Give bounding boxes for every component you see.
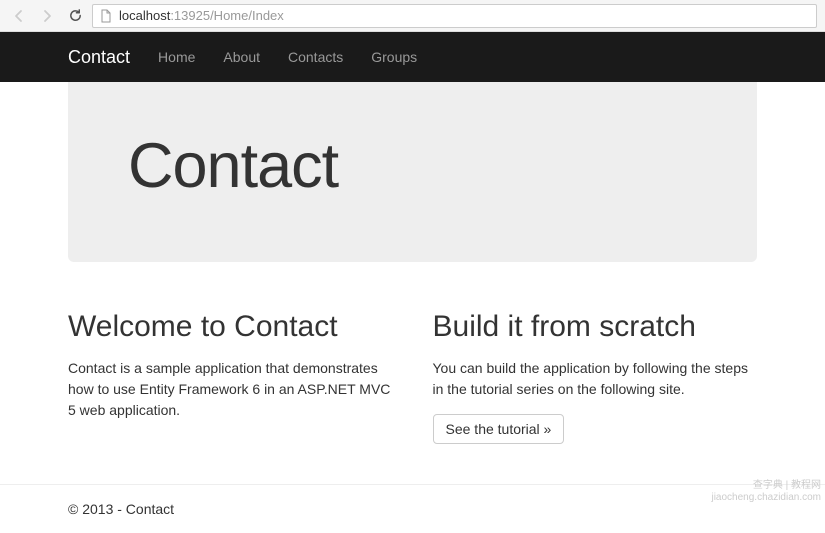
- nav-link-contacts[interactable]: Contacts: [288, 49, 343, 65]
- build-heading: Build it from scratch: [433, 310, 758, 344]
- column-left: Welcome to Contact Contact is a sample a…: [68, 310, 393, 444]
- watermark-line2: jiaocheng.chazidian.com: [711, 492, 821, 504]
- watermark: 查字典 | 教程网 jiaocheng.chazidian.com: [711, 480, 821, 504]
- url-path: :13925/Home/Index: [170, 8, 283, 23]
- welcome-body: Contact is a sample application that dem…: [68, 358, 393, 421]
- forward-button[interactable]: [36, 5, 58, 27]
- nav-link-groups[interactable]: Groups: [371, 49, 417, 65]
- reload-button[interactable]: [64, 5, 86, 27]
- watermark-line1: 查字典 | 教程网: [711, 480, 821, 492]
- welcome-heading: Welcome to Contact: [68, 310, 393, 344]
- build-body: You can build the application by followi…: [433, 358, 758, 400]
- main-container: Contact Welcome to Contact Contact is a …: [0, 82, 825, 444]
- see-tutorial-button[interactable]: See the tutorial »: [433, 414, 565, 444]
- jumbotron-title: Contact: [128, 130, 697, 202]
- navbar: Contact Home About Contacts Groups: [0, 32, 825, 82]
- footer: © 2013 - Contact: [0, 485, 825, 533]
- nav-link-home[interactable]: Home: [158, 49, 195, 65]
- address-bar[interactable]: localhost:13925/Home/Index: [92, 4, 817, 28]
- navbar-brand[interactable]: Contact: [68, 47, 130, 68]
- browser-toolbar: localhost:13925/Home/Index: [0, 0, 825, 32]
- url-text: localhost:13925/Home/Index: [119, 8, 284, 23]
- jumbotron: Contact: [68, 82, 757, 262]
- column-right: Build it from scratch You can build the …: [433, 310, 758, 444]
- back-button[interactable]: [8, 5, 30, 27]
- content-row: Welcome to Contact Contact is a sample a…: [68, 310, 757, 444]
- nav-link-about[interactable]: About: [223, 49, 260, 65]
- url-host: localhost: [119, 8, 170, 23]
- page-icon: [99, 9, 113, 23]
- footer-text: © 2013 - Contact: [68, 501, 174, 517]
